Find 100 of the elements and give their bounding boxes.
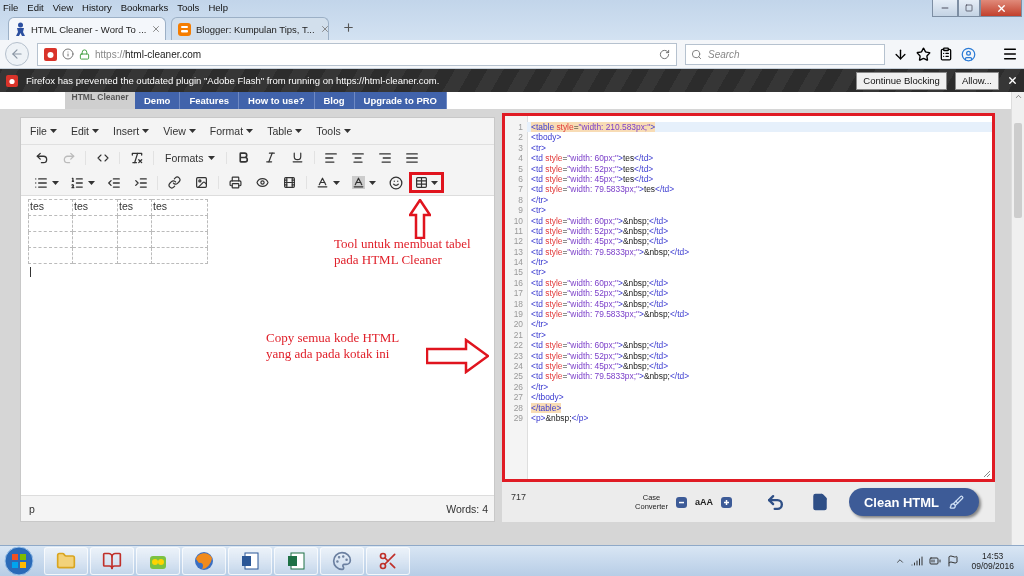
nav-link[interactable]: Demo xyxy=(135,92,181,109)
bullet-list-icon[interactable] xyxy=(33,175,48,190)
printer-icon[interactable] xyxy=(229,176,242,189)
eye-icon[interactable] xyxy=(256,176,269,189)
minus-icon[interactable] xyxy=(676,496,687,508)
editor-menu[interactable]: Tools xyxy=(316,125,351,137)
taskbar-app[interactable] xyxy=(90,547,134,575)
minimize-button[interactable] xyxy=(932,0,958,17)
taskbar-app[interactable] xyxy=(182,547,226,575)
editor-menu[interactable]: Edit xyxy=(70,125,99,137)
table-icon[interactable] xyxy=(414,176,428,189)
numbered-list-icon[interactable] xyxy=(69,175,84,190)
caret-icon[interactable] xyxy=(430,180,438,185)
clear-format-icon[interactable] xyxy=(129,150,144,165)
caret-icon[interactable] xyxy=(87,180,95,185)
image-icon[interactable] xyxy=(195,176,208,189)
menu-item[interactable]: File xyxy=(3,1,19,13)
align-right-icon[interactable] xyxy=(378,150,392,165)
media-icon[interactable] xyxy=(283,176,296,189)
caret-icon[interactable] xyxy=(246,129,254,133)
element-path[interactable]: p xyxy=(29,502,35,515)
caret-icon[interactable] xyxy=(295,129,303,133)
caret-icon[interactable] xyxy=(369,180,376,185)
menu-item[interactable]: Bookmarks xyxy=(120,1,169,13)
undo-icon[interactable] xyxy=(766,492,785,512)
editor-menu[interactable]: Table xyxy=(267,125,303,137)
tray-expand-icon[interactable] xyxy=(895,556,906,566)
editor-menu[interactable]: Format xyxy=(209,125,254,137)
flag-icon[interactable] xyxy=(947,555,960,567)
bold-icon[interactable] xyxy=(236,151,250,164)
nav-link[interactable]: How to use? xyxy=(239,92,315,109)
editor-menu[interactable]: Insert xyxy=(113,125,150,137)
close-button[interactable] xyxy=(980,0,1022,17)
align-center-icon[interactable] xyxy=(351,150,365,165)
account-icon[interactable] xyxy=(961,46,976,62)
nav-link[interactable]: Blog xyxy=(314,92,355,109)
menu-item[interactable]: Help xyxy=(208,1,228,13)
caret-icon[interactable] xyxy=(92,129,99,133)
close-icon[interactable] xyxy=(1007,75,1018,86)
undo-icon[interactable] xyxy=(34,150,49,165)
link-icon[interactable] xyxy=(168,176,181,189)
plugin-icon[interactable] xyxy=(44,47,57,61)
italic-icon[interactable] xyxy=(263,151,277,164)
resize-grip-icon[interactable] xyxy=(984,471,990,477)
text-color-icon[interactable] xyxy=(316,176,329,189)
signal-icon[interactable] xyxy=(911,555,924,567)
underline-icon[interactable] xyxy=(290,151,304,164)
caret-icon[interactable] xyxy=(142,129,150,133)
background-color-icon[interactable] xyxy=(352,176,365,189)
browser-tab[interactable]: HTML Cleaner - Word To ... xyxy=(8,17,166,40)
start-orb-icon[interactable] xyxy=(4,546,34,576)
menu-icon[interactable] xyxy=(1002,46,1018,62)
nav-link[interactable]: Upgrade to PRO xyxy=(354,92,447,109)
star-icon[interactable] xyxy=(916,46,931,62)
menu-item[interactable]: Tools xyxy=(177,1,200,13)
menu-item[interactable]: Edit xyxy=(27,1,44,13)
new-tab-icon[interactable] xyxy=(342,21,355,34)
caret-icon[interactable] xyxy=(49,129,57,133)
plus-icon[interactable] xyxy=(721,496,732,508)
taskbar-app[interactable] xyxy=(320,547,364,575)
editor-menu[interactable]: View xyxy=(163,125,196,137)
clock-date[interactable]: 09/09/2016 xyxy=(971,561,1014,571)
caret-icon[interactable] xyxy=(188,129,196,133)
scroll-up-icon[interactable] xyxy=(1013,92,1023,101)
search-field[interactable]: Search xyxy=(685,43,885,65)
notification-button[interactable]: Continue Blocking xyxy=(856,71,947,90)
code-editor[interactable] xyxy=(502,113,995,482)
nav-link[interactable]: Features xyxy=(180,92,239,109)
taskbar-app[interactable] xyxy=(366,547,410,575)
align-left-icon[interactable] xyxy=(324,150,338,165)
clock-time[interactable]: 14:53 xyxy=(982,551,1004,561)
editor-menu[interactable]: File xyxy=(30,125,57,137)
download-icon[interactable] xyxy=(893,46,908,62)
outdent-icon[interactable] xyxy=(106,175,121,190)
battery-icon[interactable] xyxy=(929,555,942,567)
scroll-thumb[interactable] xyxy=(1014,123,1022,218)
formats-dropdown[interactable]: Formats xyxy=(157,151,223,164)
caret-icon[interactable] xyxy=(333,180,340,185)
notification-button[interactable]: Allow... xyxy=(954,71,999,90)
info-icon[interactable] xyxy=(62,48,74,60)
taskbar-app[interactable] xyxy=(228,547,272,575)
scrollbar[interactable] xyxy=(1011,92,1024,545)
caret-icon[interactable] xyxy=(207,155,215,160)
file-icon[interactable] xyxy=(811,493,829,511)
reload-icon[interactable] xyxy=(659,48,670,60)
taskbar-app[interactable] xyxy=(274,547,318,575)
align-justify-icon[interactable] xyxy=(405,150,419,165)
caret-icon[interactable] xyxy=(51,180,59,185)
clipboard-icon[interactable] xyxy=(939,47,953,61)
menu-item[interactable]: View xyxy=(52,1,74,13)
palette-icon xyxy=(332,551,352,571)
site-logo[interactable]: HTML Cleaner xyxy=(65,92,135,109)
emoji-icon[interactable] xyxy=(388,175,403,190)
caret-icon[interactable] xyxy=(343,129,351,133)
menu-item[interactable]: History xyxy=(82,1,112,13)
clean-html-button[interactable]: Clean HTML xyxy=(849,488,979,516)
address-field[interactable]: https://html-cleaner.com xyxy=(37,42,677,66)
indent-icon[interactable] xyxy=(133,175,148,190)
browser-tab[interactable]: Blogger: Kumpulan Tips, T... xyxy=(171,17,329,40)
restore-button[interactable] xyxy=(958,0,980,17)
